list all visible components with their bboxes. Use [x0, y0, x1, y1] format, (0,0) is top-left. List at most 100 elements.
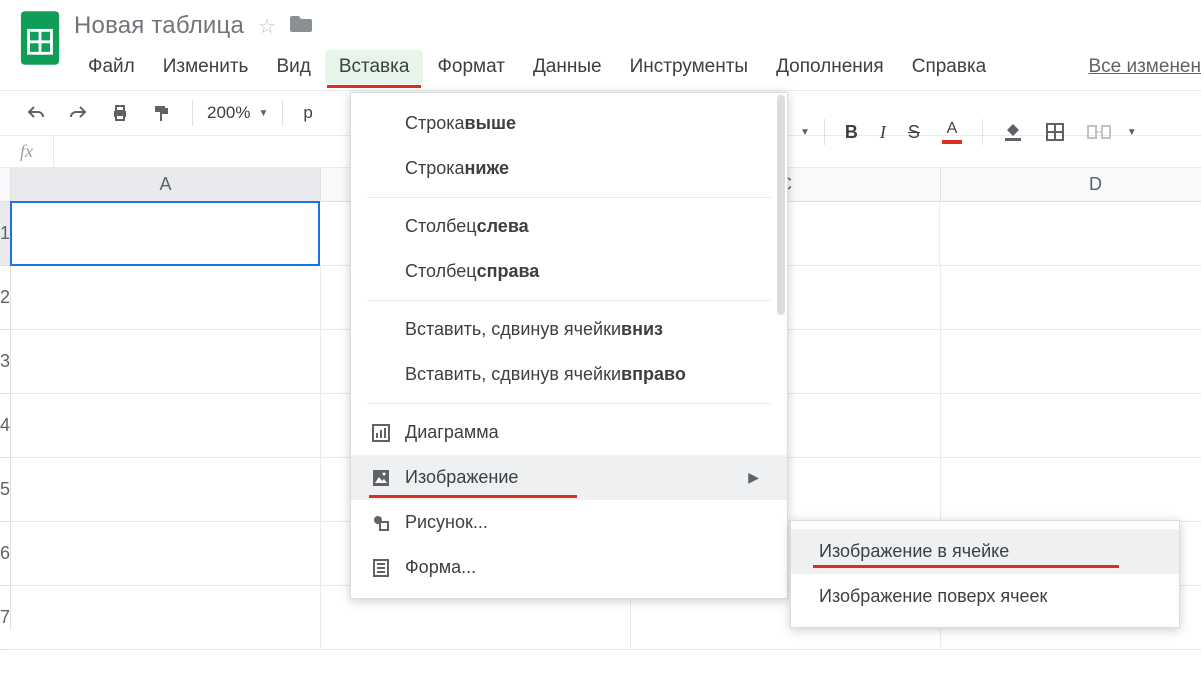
- text-color-button[interactable]: A: [936, 116, 968, 148]
- cell-a1[interactable]: [10, 201, 320, 266]
- image-over-cells[interactable]: Изображение поверх ячеек: [791, 574, 1179, 619]
- borders-button[interactable]: [1039, 118, 1071, 146]
- menu-label: Строка: [405, 113, 465, 134]
- insert-row-above[interactable]: Строка выше: [351, 101, 787, 146]
- merge-cells-button[interactable]: [1081, 118, 1117, 146]
- menu-view[interactable]: Вид: [262, 50, 324, 84]
- print-button[interactable]: [104, 99, 136, 127]
- fill-color-button[interactable]: [997, 118, 1029, 146]
- menu-edit[interactable]: Изменить: [149, 50, 263, 84]
- toolbar-separator: [192, 100, 193, 126]
- insert-col-left[interactable]: Столбец слева: [351, 204, 787, 249]
- insert-form[interactable]: Форма...: [351, 545, 787, 590]
- menu-insert[interactable]: Вставка: [325, 50, 424, 84]
- insert-chart[interactable]: Диаграмма: [351, 410, 787, 455]
- fx-label: fx: [0, 141, 53, 162]
- insert-image[interactable]: Изображение ▶: [351, 455, 787, 500]
- toolbar-separator: [282, 100, 283, 126]
- image-icon: [371, 468, 391, 488]
- folder-icon[interactable]: [290, 14, 312, 38]
- menu-format[interactable]: Формат: [423, 50, 519, 84]
- cell[interactable]: [941, 266, 1201, 330]
- menu-divider: [367, 300, 771, 301]
- cell[interactable]: [941, 458, 1201, 522]
- select-all-corner[interactable]: [0, 168, 10, 202]
- zoom-value: 200%: [207, 103, 250, 123]
- insert-drawing[interactable]: Рисунок...: [351, 500, 787, 545]
- insert-row-below[interactable]: Строка ниже: [351, 146, 787, 191]
- row-header-6[interactable]: 6: [0, 522, 10, 586]
- menu-label: Диаграмма: [405, 422, 499, 443]
- row-header-1[interactable]: 1: [0, 202, 10, 266]
- menu-label: Рисунок...: [405, 512, 488, 533]
- chevron-down-icon[interactable]: ▼: [800, 127, 810, 138]
- menu-label-bold: ниже: [465, 158, 509, 179]
- document-title[interactable]: Новая таблица: [74, 12, 244, 40]
- menu-addons[interactable]: Дополнения: [762, 50, 898, 84]
- row-header-5[interactable]: 5: [0, 458, 10, 522]
- menubar: Файл Изменить Вид Вставка Формат Данные …: [74, 40, 1201, 84]
- italic-button[interactable]: I: [874, 118, 892, 147]
- cell[interactable]: [941, 394, 1201, 458]
- menu-label-bold: слева: [477, 216, 529, 237]
- row-header-2[interactable]: 2: [0, 266, 10, 330]
- toolbar-separator: [982, 119, 983, 145]
- paint-format-button[interactable]: [146, 99, 178, 127]
- cell[interactable]: [11, 266, 321, 330]
- cell[interactable]: [940, 202, 1201, 266]
- star-icon[interactable]: ☆: [258, 14, 276, 39]
- bold-button[interactable]: B: [839, 118, 864, 147]
- insert-cells-shift-right[interactable]: Вставить, сдвинув ячейки вправо: [351, 352, 787, 397]
- col-header-a[interactable]: A: [11, 168, 321, 201]
- menu-file[interactable]: Файл: [74, 50, 149, 84]
- menu-label: Форма...: [405, 557, 476, 578]
- menu-divider: [367, 197, 771, 198]
- app-header: Новая таблица ☆ Файл Изменить Вид Вставк…: [0, 0, 1201, 84]
- insert-col-right[interactable]: Столбец справа: [351, 249, 787, 294]
- chevron-down-icon[interactable]: ▼: [1127, 127, 1137, 138]
- menu-divider: [367, 403, 771, 404]
- insert-menu-dropdown: Строка выше Строка ниже Столбец слева Ст…: [350, 92, 788, 599]
- menu-label: Изображение: [405, 467, 518, 488]
- cell[interactable]: [941, 330, 1201, 394]
- row-header-3[interactable]: 3: [0, 330, 10, 394]
- cell[interactable]: [11, 586, 321, 650]
- image-in-cell[interactable]: Изображение в ячейке: [791, 529, 1179, 574]
- menu-label: Столбец: [405, 261, 477, 282]
- currency-button[interactable]: р: [297, 103, 318, 123]
- form-icon: [371, 558, 391, 578]
- menu-label: Изображение поверх ячеек: [819, 586, 1047, 606]
- menu-data[interactable]: Данные: [519, 50, 616, 84]
- menu-help[interactable]: Справка: [898, 50, 1001, 84]
- col-header-d[interactable]: D: [941, 168, 1201, 201]
- menu-label-bold: вниз: [621, 319, 663, 340]
- undo-button[interactable]: [20, 99, 52, 127]
- cell[interactable]: [11, 330, 321, 394]
- menu-label-bold: вправо: [621, 364, 686, 385]
- menu-label: Столбец: [405, 216, 477, 237]
- menu-tools[interactable]: Инструменты: [616, 50, 762, 84]
- insert-cells-shift-down[interactable]: Вставить, сдвинув ячейки вниз: [351, 307, 787, 352]
- menu-label: Строка: [405, 158, 465, 179]
- drawing-icon: [371, 513, 391, 533]
- cell[interactable]: [11, 394, 321, 458]
- row-header-4[interactable]: 4: [0, 394, 10, 458]
- cell[interactable]: [11, 522, 321, 586]
- strikethrough-button[interactable]: S: [902, 118, 926, 147]
- menu-label-bold: выше: [465, 113, 516, 134]
- redo-button[interactable]: [62, 99, 94, 127]
- row-header-7[interactable]: 7: [0, 586, 10, 650]
- image-submenu: Изображение в ячейке Изображение поверх …: [790, 520, 1180, 628]
- menu-label: Вставить, сдвинув ячейки: [405, 364, 621, 385]
- menu-label: Вставить, сдвинув ячейки: [405, 319, 621, 340]
- zoom-selector[interactable]: 200% ▼: [207, 103, 268, 123]
- submenu-arrow-icon: ▶: [748, 469, 759, 486]
- chart-icon: [371, 423, 391, 443]
- title-area: Новая таблица ☆ Файл Изменить Вид Вставк…: [64, 8, 1201, 84]
- chevron-down-icon: ▼: [258, 108, 268, 119]
- save-status[interactable]: Все изменен: [1082, 50, 1201, 84]
- sheets-logo[interactable]: [16, 8, 64, 68]
- menu-label-bold: справа: [477, 261, 540, 282]
- menu-label: Изображение в ячейке: [819, 541, 1009, 561]
- cell[interactable]: [11, 458, 321, 522]
